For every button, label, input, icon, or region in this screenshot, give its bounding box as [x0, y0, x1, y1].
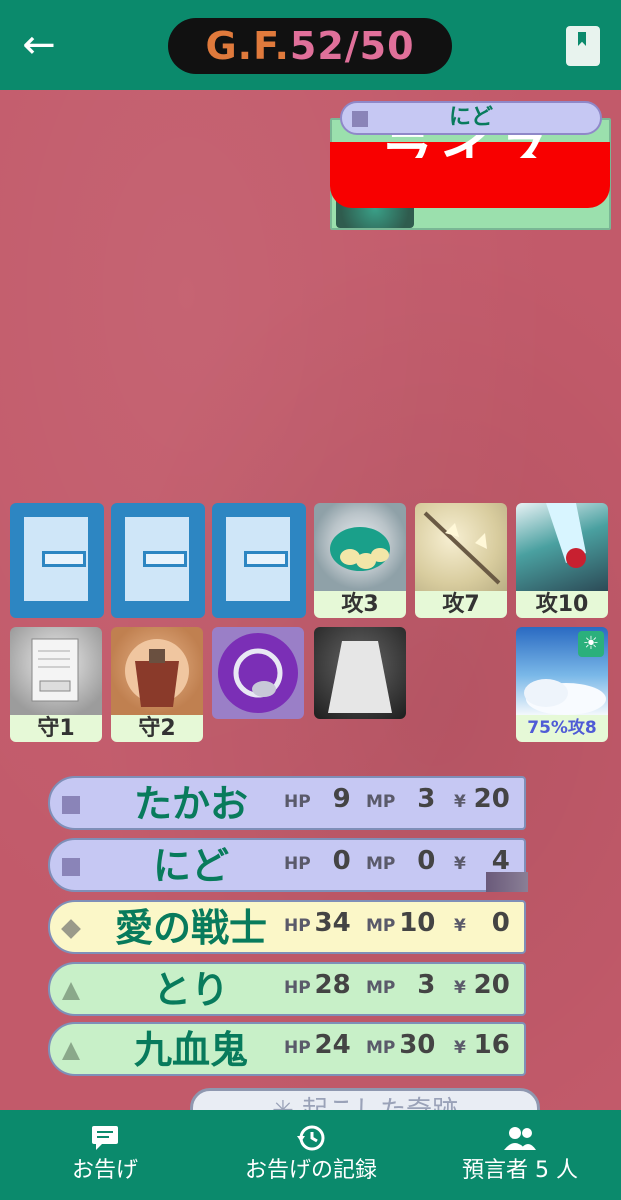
- mp-label: MP: [366, 854, 396, 874]
- card-slot-icon: [42, 551, 86, 567]
- tab-label: お告げ: [71, 1158, 138, 1183]
- player-name: にど: [152, 844, 229, 888]
- gf-counter: G.F.52/50: [168, 18, 452, 74]
- mp-value: 3: [417, 970, 436, 1000]
- back-arrow-icon[interactable]: ←: [18, 24, 60, 66]
- triangle-mark-icon: [62, 1042, 80, 1060]
- ring-orb-icon: [212, 627, 304, 719]
- square-mark-icon: [62, 858, 80, 876]
- hp-value: 24: [314, 1030, 351, 1060]
- mp-value: 3: [417, 784, 436, 814]
- tab-label: お告げの記録: [244, 1158, 377, 1183]
- card-label: 守1: [10, 715, 102, 742]
- top-bar: ← G.F.52/50: [0, 0, 621, 90]
- player-stats: HP 24 MP 30 ¥16: [284, 1030, 524, 1060]
- hp-label: HP: [284, 916, 311, 936]
- mp-value: 0: [417, 846, 436, 876]
- bookmark-book-icon[interactable]: [566, 26, 600, 66]
- diamond-mark-icon: [61, 919, 81, 939]
- tab-label: 預言者 5 人: [462, 1158, 578, 1183]
- empty-card-slot[interactable]: [212, 503, 306, 618]
- player-row[interactable]: にど HP 0 MP 0 ¥4: [48, 838, 528, 892]
- mp-value: 30: [399, 1030, 436, 1060]
- yen-label: ¥: [454, 1038, 466, 1058]
- player-name: 愛の戦士: [114, 906, 267, 950]
- player-stats: HP 34 MP 10 ¥0: [284, 908, 524, 938]
- player-stats: HP 28 MP 3 ¥20: [284, 970, 524, 1000]
- hp-label: HP: [284, 978, 311, 998]
- mp-label: MP: [366, 916, 396, 936]
- empty-card-slot[interactable]: [10, 503, 104, 618]
- weather-card[interactable]: ☀ 75%攻8: [516, 627, 608, 742]
- hp-value: 28: [314, 970, 351, 1000]
- defense-card[interactable]: 守2: [111, 627, 203, 742]
- card-slot-icon: [244, 551, 288, 567]
- card-label: 攻7: [415, 591, 507, 618]
- player-row[interactable]: 九血鬼 HP 24 MP 30 ¥16: [48, 1022, 526, 1076]
- hp-value: 34: [314, 908, 351, 938]
- status-thumbnail: [486, 872, 528, 892]
- gf-label: G.F.: [205, 24, 290, 68]
- card-label: 攻3: [314, 591, 406, 618]
- player-row[interactable]: 愛の戦士 HP 34 MP 10 ¥0: [48, 900, 526, 954]
- yen-value: 20: [473, 784, 510, 814]
- mp-label: MP: [366, 978, 396, 998]
- player-name: とり: [152, 968, 229, 1012]
- yen-value: 16: [473, 1030, 510, 1060]
- attack-card[interactable]: 攻3: [314, 503, 406, 618]
- yen-label: ¥: [454, 792, 466, 812]
- player-name: 九血鬼: [133, 1028, 248, 1072]
- mp-value: 10: [399, 908, 436, 938]
- player-name: たかお: [133, 782, 248, 826]
- paper-document-icon: [10, 627, 102, 715]
- hp-value: 9: [332, 784, 351, 814]
- card-label: 守2: [111, 715, 203, 742]
- yen-label: ¥: [454, 854, 466, 874]
- mp-label: MP: [366, 792, 396, 812]
- tab-prophets[interactable]: 預言者 5 人: [440, 1110, 600, 1200]
- player-row[interactable]: とり HP 28 MP 3 ¥20: [48, 962, 526, 1016]
- hp-label: HP: [284, 854, 311, 874]
- tab-oracle[interactable]: お告げ: [40, 1110, 170, 1200]
- sun-icon: ☀: [578, 631, 604, 657]
- square-mark-icon: [62, 796, 80, 814]
- spear-icon: [415, 503, 507, 591]
- defense-card[interactable]: 守1: [10, 627, 102, 742]
- card-slot-icon: [143, 551, 187, 567]
- attack-card[interactable]: 攻7: [415, 503, 507, 618]
- people-icon: [440, 1124, 600, 1154]
- bottom-tab-bar: お告げ お告げの記録 預言者 5 人: [0, 1110, 621, 1200]
- hp-label: HP: [284, 792, 311, 812]
- hp-value: 0: [332, 846, 351, 876]
- gf-current: 52: [289, 24, 345, 68]
- enemy-name: にど: [448, 105, 493, 130]
- yen-label: ¥: [454, 978, 466, 998]
- gauntlet-icon: [314, 503, 406, 591]
- chat-icon: [40, 1124, 170, 1154]
- yen-value: 0: [491, 908, 510, 938]
- pillar-light-icon: [314, 627, 406, 719]
- attack-card[interactable]: 攻10: [516, 503, 608, 618]
- player-row[interactable]: たかお HP 9 MP 3 ¥20: [48, 776, 526, 830]
- player-stats: HP 9 MP 3 ¥20: [284, 784, 524, 814]
- enemy-name-chip: にど: [340, 101, 602, 135]
- mp-label: MP: [366, 1038, 396, 1058]
- card-label: 75%攻8: [516, 715, 608, 742]
- player-stats: HP 0 MP 0 ¥4: [284, 846, 524, 876]
- armor-icon: [111, 627, 203, 715]
- tab-oracle-history[interactable]: お告げの記録: [226, 1110, 396, 1200]
- card-label: 攻10: [516, 591, 608, 618]
- gf-max: /50: [344, 24, 415, 68]
- strike-icon: [516, 503, 608, 591]
- item-card[interactable]: [314, 627, 406, 719]
- empty-card-slot[interactable]: [111, 503, 205, 618]
- yen-value: 20: [473, 970, 510, 1000]
- history-icon: [226, 1124, 396, 1154]
- triangle-mark-icon: [62, 982, 80, 1000]
- hp-label: HP: [284, 1038, 311, 1058]
- item-card[interactable]: [212, 627, 304, 719]
- yen-label: ¥: [454, 916, 466, 936]
